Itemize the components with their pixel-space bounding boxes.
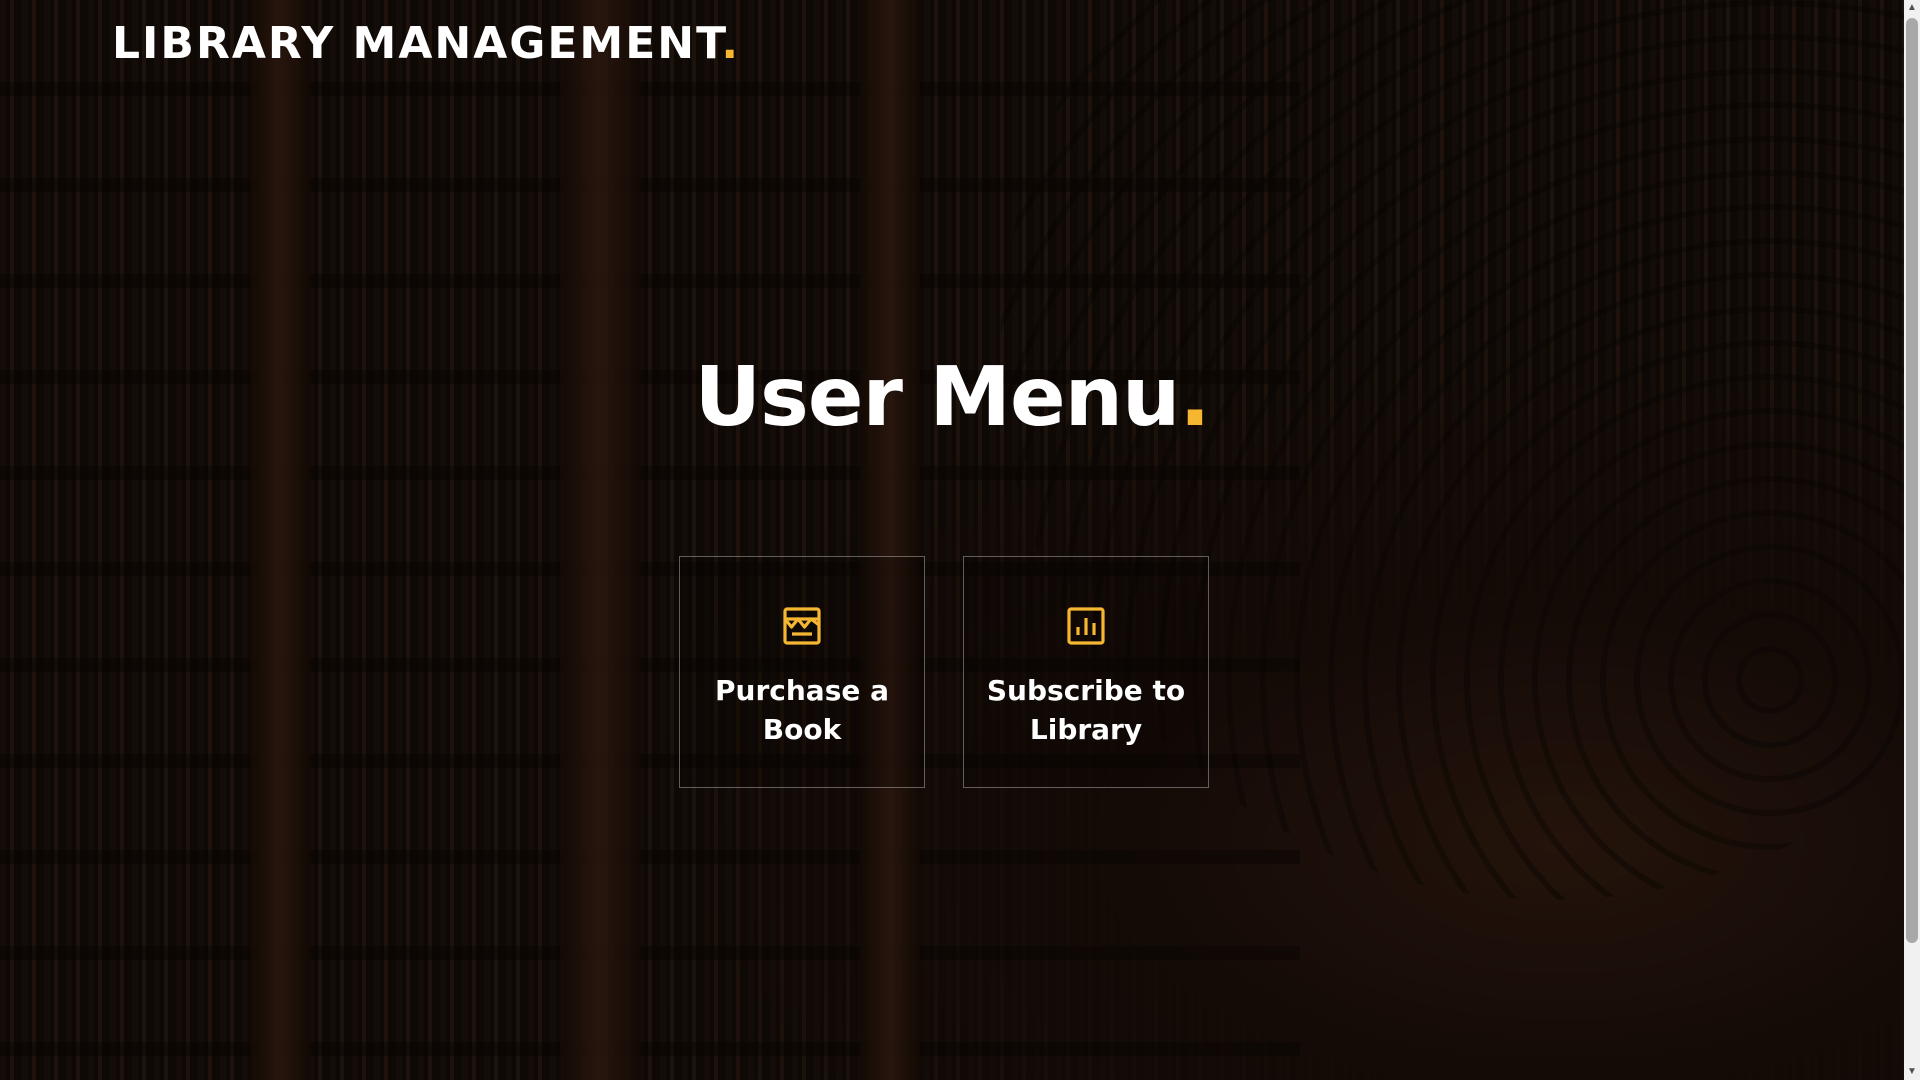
- bar-chart-icon: [1067, 607, 1105, 645]
- brand-text: LIBRARY MANAGEMENT: [112, 18, 722, 69]
- purchase-book-label: Purchase a Book: [715, 674, 889, 746]
- scroll-up-arrow-icon[interactable]: ▲: [1904, 0, 1920, 16]
- store-icon: [783, 607, 821, 645]
- vertical-scrollbar[interactable]: ▲ ▼: [1904, 0, 1920, 1080]
- subscribe-library-label: Subscribe to Library: [986, 674, 1186, 746]
- page-title-text: User Menu: [694, 350, 1180, 445]
- scrollbar-thumb[interactable]: [1906, 18, 1918, 943]
- purchase-book-card[interactable]: Purchase a Book: [679, 556, 925, 788]
- brand-logo[interactable]: LIBRARY MANAGEMENT.: [112, 18, 740, 69]
- dark-overlay: [0, 0, 1904, 1080]
- page-title-dot: .: [1179, 350, 1210, 445]
- menu-cards: Purchase a Book Subscribe to Library: [679, 556, 1209, 788]
- page-title: User Menu.: [0, 350, 1904, 445]
- brand-dot: .: [721, 18, 741, 69]
- library-background: LIBRARY MANAGEMENT. User Menu. Purchase …: [0, 0, 1904, 1080]
- subscribe-library-card[interactable]: Subscribe to Library: [963, 556, 1209, 788]
- scroll-down-arrow-icon[interactable]: ▼: [1904, 1064, 1920, 1080]
